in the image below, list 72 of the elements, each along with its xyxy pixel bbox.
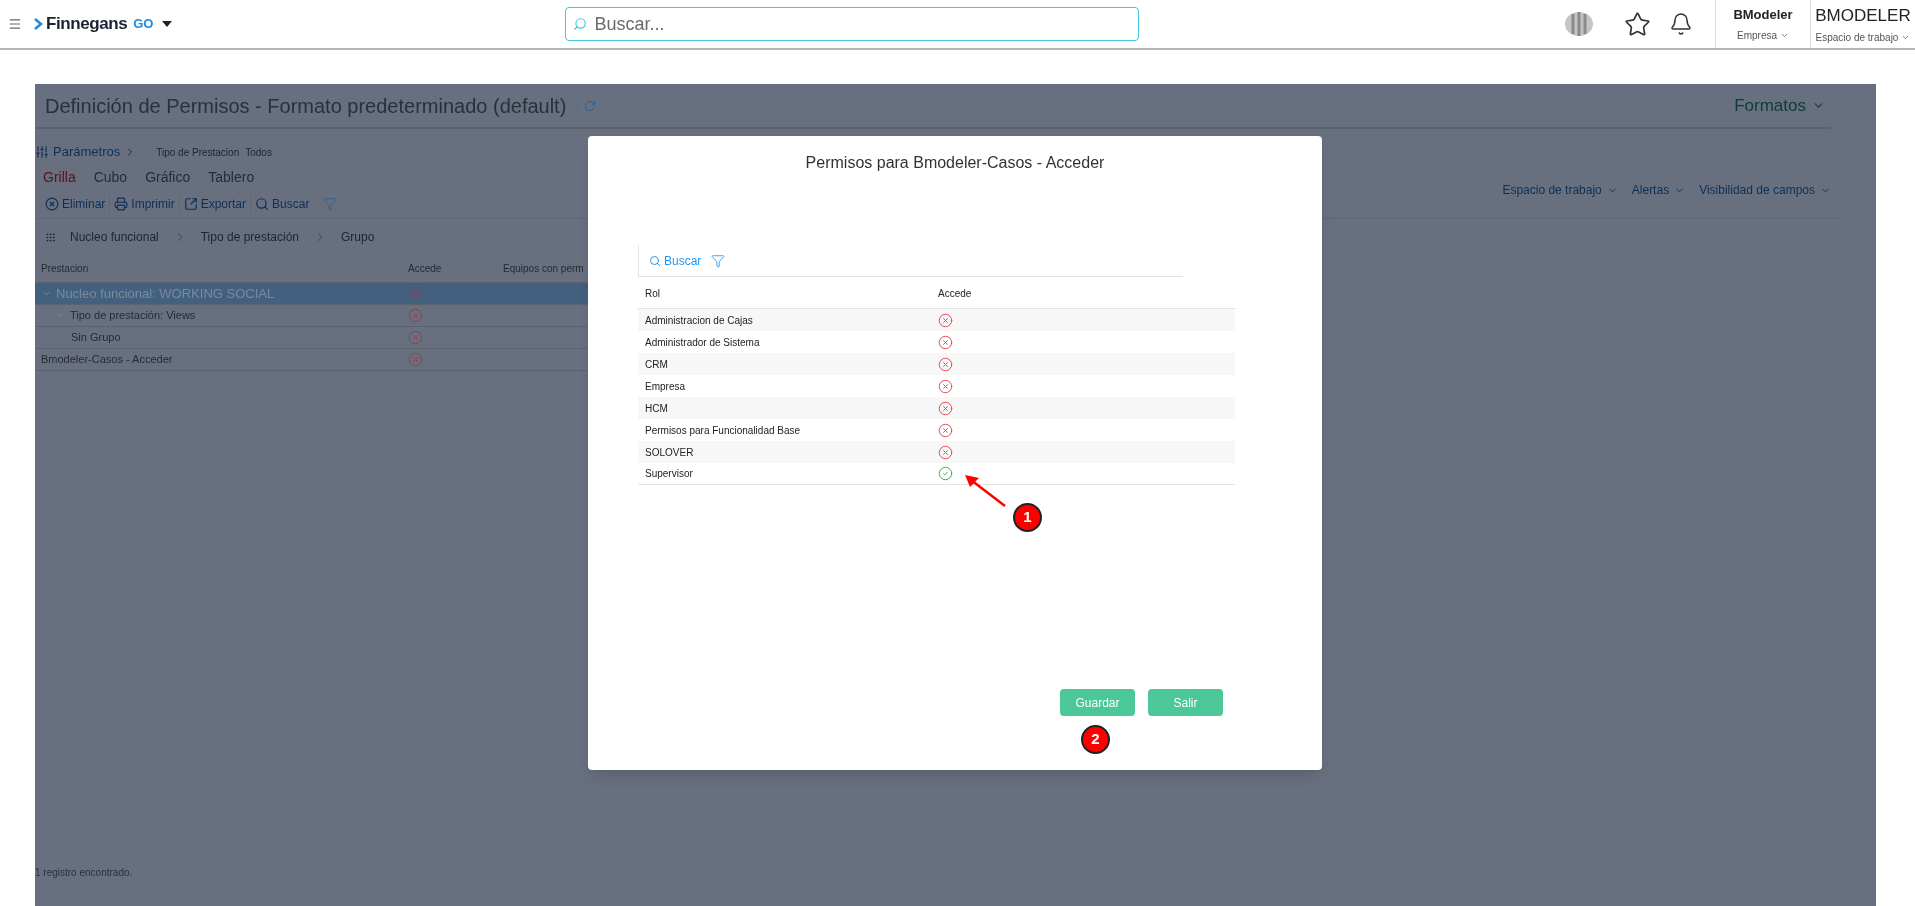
formats-menu[interactable]: Formatos [1734, 92, 1825, 119]
table-cell-text: HCM [644, 401, 669, 416]
table-cell-text: Permisos para Funcionalidad Base [644, 423, 802, 438]
toolbar-button[interactable]: Eliminar [41, 194, 110, 213]
annotation-arrow [963, 474, 1007, 508]
export-icon [183, 196, 198, 211]
view-tab[interactable]: Tablero [208, 166, 255, 188]
grip-icon[interactable] [45, 231, 56, 243]
company-selector[interactable]: Empresa [1737, 28, 1789, 44]
table-row[interactable]: Administracion de Cajas [638, 309, 1235, 331]
table-cell-text: SOLOVER [644, 445, 695, 460]
table-cell-text: CRM [644, 357, 669, 372]
column-header: Prestacion [40, 262, 90, 276]
dialog-button[interactable]: Guardar [1060, 689, 1135, 716]
filter-value: Todos [245, 145, 272, 160]
view-tab[interactable]: Gráfico [145, 166, 191, 188]
brand-suffix: GO [133, 15, 154, 34]
search-field[interactable]: Buscar... [565, 7, 1140, 41]
column-header: Equipos con perm [503, 262, 584, 276]
table-cell-text: Bmodeler-Casos - Acceder [41, 352, 173, 368]
view-tab[interactable]: Cubo [93, 166, 128, 188]
options-menu[interactable]: Alertas [1631, 181, 1686, 199]
table-cell-text: Sin Grupo [71, 330, 121, 346]
x-circle-icon [45, 196, 59, 211]
grouper-chip[interactable]: Grupo [337, 228, 379, 246]
star-icon[interactable] [1624, 10, 1651, 38]
dialog-button[interactable]: Salir [1148, 689, 1223, 716]
table-row[interactable]: SOLOVER [638, 441, 1235, 463]
printer-icon [114, 196, 129, 211]
bell-icon[interactable] [1669, 12, 1693, 36]
workspace-selector[interactable]: Espacio de trabajo [1815, 30, 1911, 46]
search-icon [649, 254, 661, 267]
record-count: 1 registro encontrado. [35, 866, 134, 880]
column-header: Accede [408, 262, 443, 276]
table-row[interactable]: Tipo de prestación: Views [35, 305, 588, 327]
toolbar-button[interactable]: Exportar [178, 194, 251, 213]
view-tab[interactable]: Grilla [43, 166, 76, 188]
grouper-chip[interactable]: Nucleo funcional [66, 228, 163, 246]
chevron-logo-icon [34, 18, 43, 30]
options-menu[interactable]: Visibilidad de campos [1699, 181, 1831, 199]
sphere-logo-icon[interactable] [1564, 11, 1594, 37]
workspace-name[interactable]: BMODELER [1815, 2, 1911, 29]
parameters-link[interactable]: Parámetros [35, 142, 137, 162]
brand-name: Finnegans [46, 13, 128, 36]
refresh-icon [583, 99, 596, 112]
grouper-chip[interactable]: Tipo de prestación [196, 228, 303, 246]
options-menu[interactable]: Espacio de trabajo [1502, 181, 1618, 199]
column-header: Accede [938, 287, 972, 301]
company-name[interactable]: BModeler [1733, 4, 1793, 25]
table-cell-text: Tipo de prestación: Views [70, 308, 196, 324]
search-icon [255, 196, 270, 211]
filter-icon[interactable] [711, 253, 726, 268]
column-header: Rol [644, 287, 661, 301]
caret-icon[interactable] [162, 21, 173, 27]
filter-label: Tipo de Prestacion [156, 145, 240, 160]
sliders-icon [35, 145, 49, 159]
table-row[interactable]: HCM [638, 397, 1235, 419]
menu-icon[interactable] [8, 17, 22, 31]
table-row[interactable]: Supervisor [638, 463, 1235, 485]
search-button[interactable]: Buscar [649, 251, 702, 270]
table-row[interactable]: Bmodeler-Casos - Acceder [35, 349, 588, 371]
table-cell-text: Empresa [644, 379, 686, 394]
toolbar-button[interactable]: Buscar [250, 194, 314, 213]
page-title: Definición de Permisos - Formato predeterminado (default) [45, 93, 567, 119]
table-cell-text: Administracion de Cajas [644, 313, 754, 328]
table-cell-text: Administrador de Sistema [644, 335, 761, 350]
dialog-title: Permisos para Bmodeler-Casos - Acceder [805, 153, 1105, 173]
table-cell-text: Supervisor [644, 467, 694, 481]
table-row[interactable]: CRM [638, 353, 1235, 375]
search-icon [573, 17, 588, 31]
table-row[interactable]: Sin Grupo [35, 327, 588, 349]
toolbar-button[interactable]: Imprimir [109, 194, 179, 213]
